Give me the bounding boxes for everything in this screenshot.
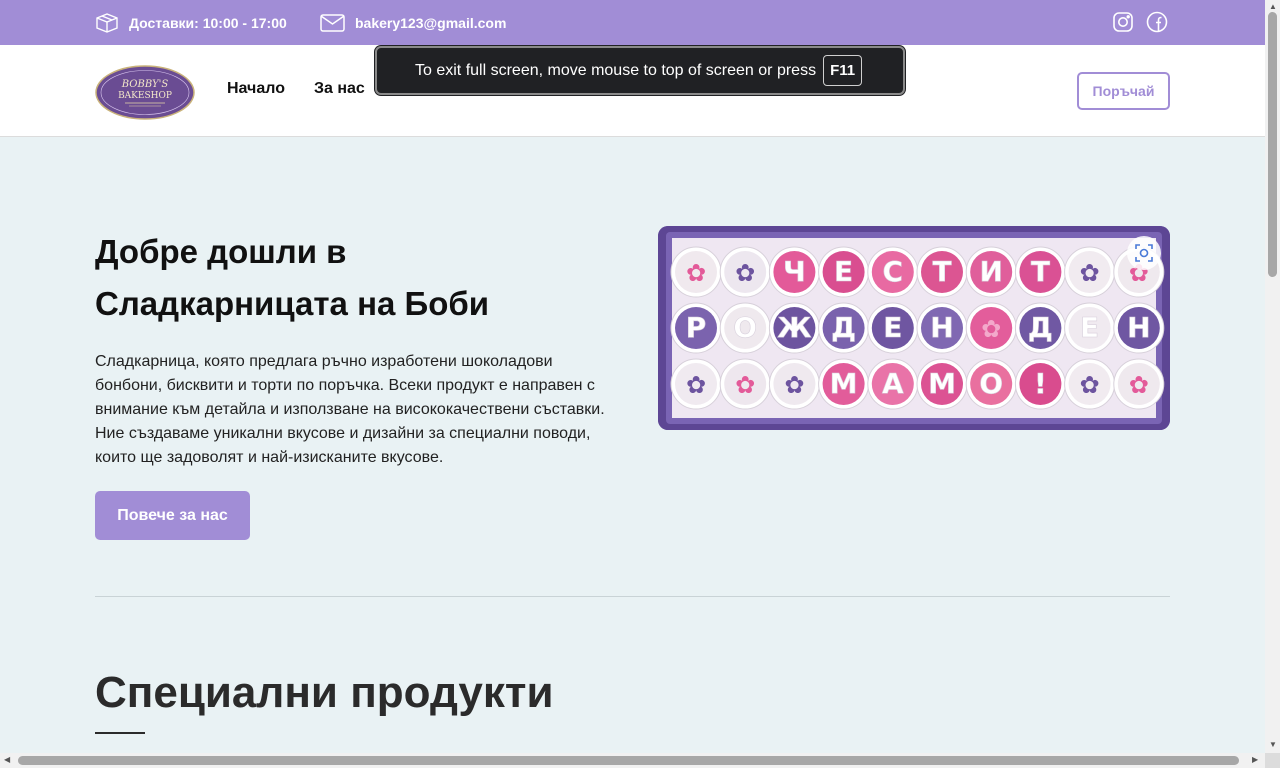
bakeshop-logo[interactable]: BOBBY'S BAKESHOP	[95, 65, 195, 120]
candy-letter: Н	[1127, 311, 1150, 344]
hero-title: Добре дошли в Сладкарницата на Боби	[95, 226, 635, 330]
candy-flower: ✿	[686, 259, 706, 287]
scroll-left-icon[interactable]: ◀	[4, 755, 10, 764]
candy-letter: Т	[932, 255, 951, 288]
fullscreen-toast-message: To exit full screen, move mouse to top o…	[415, 61, 817, 79]
special-products-heading: Специални продукти	[95, 668, 554, 717]
candy-letter: Ж	[777, 311, 811, 344]
hero-title-line-1: Добре дошли в	[95, 233, 347, 270]
hero-title-line-2: Сладкарницата на Боби	[95, 285, 490, 322]
section-divider	[95, 596, 1170, 597]
vertical-scroll-thumb[interactable]	[1268, 12, 1277, 277]
candy-flower: ✿	[1129, 371, 1149, 399]
candy-letter: !	[1034, 367, 1047, 400]
candy-letter: Р	[686, 311, 707, 344]
candy-flower: ✿	[784, 371, 804, 399]
f11-key-badge: F11	[823, 55, 863, 86]
candy-letter: И	[979, 255, 1002, 288]
candy-letter: О	[979, 367, 1003, 400]
logo-line-1: BOBBY'S	[121, 79, 169, 90]
candy-letter: А	[882, 367, 904, 400]
horizontal-scroll-thumb[interactable]	[18, 756, 1239, 765]
mail-icon	[320, 13, 345, 32]
delivery-hours: Доставки: 10:00 - 17:00	[95, 0, 287, 45]
lens-icon	[1135, 244, 1153, 262]
horizontal-scrollbar[interactable]: ◀ ▶	[0, 753, 1265, 768]
candy-letter: С	[883, 255, 904, 288]
candy-letter: О	[733, 311, 757, 344]
candy-letter: М	[928, 367, 956, 400]
candy-flower: ✿	[1080, 259, 1100, 287]
candy-letter: М	[830, 367, 858, 400]
nav-link-home[interactable]: Начало	[227, 80, 285, 98]
vertical-scrollbar[interactable]: ▲ ▼	[1265, 0, 1280, 753]
box-icon	[96, 12, 118, 33]
candy-letter: Д	[831, 311, 856, 344]
candy-letter: Е	[883, 311, 902, 344]
candy-flower: ✿	[686, 371, 706, 399]
visual-search-button[interactable]	[1127, 236, 1161, 270]
scrollbar-corner	[1265, 753, 1280, 768]
instagram-icon[interactable]	[1112, 11, 1134, 33]
candy-letter: Н	[930, 311, 953, 344]
candy-letter: Ч	[783, 255, 806, 288]
scroll-right-icon[interactable]: ▶	[1252, 755, 1258, 764]
scroll-down-icon[interactable]: ▼	[1269, 740, 1277, 749]
candy-letter: Е	[834, 255, 853, 288]
facebook-icon[interactable]	[1146, 11, 1168, 33]
fullscreen-exit-toast: To exit full screen, move mouse to top o…	[375, 46, 905, 95]
candy-letter: Е	[1080, 311, 1099, 344]
candy-box-illustration: ✿ ✿ Ч Е С Т И Т ✿ ✿Р О Ж Д Е Н ✿ Д Е Н✿ ✿ ✿ М А М О! ✿ ✿	[658, 226, 1170, 430]
hero-description: Сладкарница, която предлага ръчно израбо…	[95, 353, 605, 466]
nav-link-about[interactable]: За нас	[314, 80, 365, 98]
heading-underline	[95, 732, 145, 734]
about-more-button[interactable]: Повече за нас	[95, 491, 250, 540]
hero-candy-box-image: ✿ ✿ Ч Е С Т И Т ✿ ✿ Р О Ж Д Е Н ✿ Д Е Н ✿ ✿ ✿ М А М О! ✿ ✿	[658, 226, 1170, 430]
candy-flower: ✿	[981, 315, 1001, 343]
email-text[interactable]: bakery123@gmail.com	[355, 15, 506, 31]
order-button[interactable]: Поръчай	[1077, 72, 1170, 110]
contact-email[interactable]: bakery123@gmail.com	[320, 0, 506, 45]
candy-flower: ✿	[735, 371, 755, 399]
candy-flower: ✿	[1080, 371, 1100, 399]
top-info-bar: Доставки: 10:00 - 17:00 bakery123@gmail.…	[0, 0, 1265, 45]
candy-letter: Т	[1031, 255, 1050, 288]
scroll-up-icon[interactable]: ▲	[1269, 2, 1277, 11]
delivery-hours-text: Доставки: 10:00 - 17:00	[129, 14, 287, 31]
candy-flower: ✿	[735, 259, 755, 287]
logo-line-2: BAKESHOP	[118, 91, 172, 101]
candy-letter: Д	[1028, 311, 1053, 344]
